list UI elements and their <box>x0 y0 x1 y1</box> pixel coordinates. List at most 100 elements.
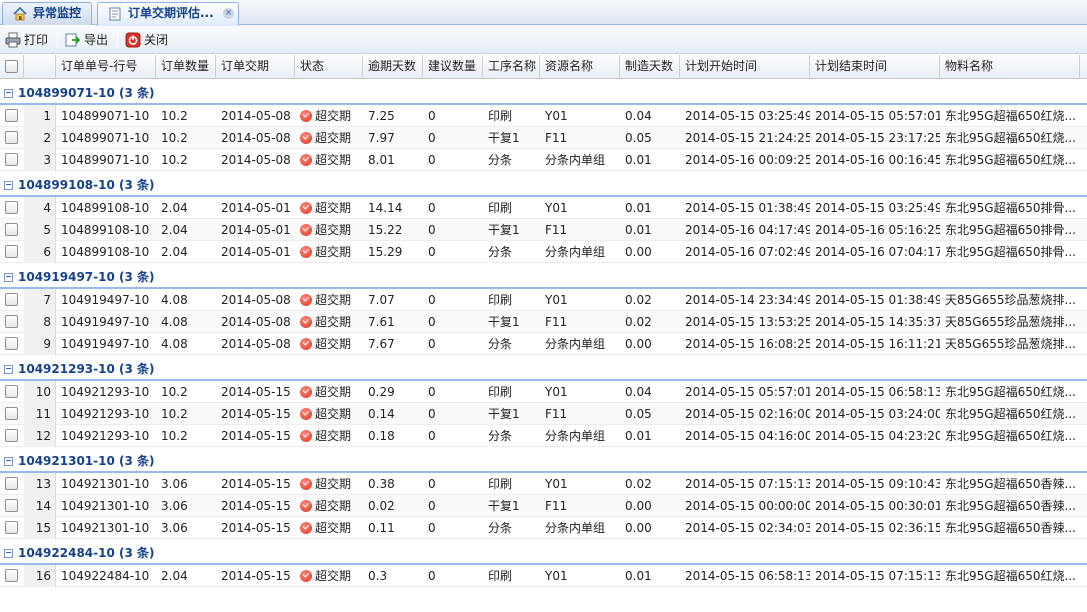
collapse-toggle-icon[interactable]: − <box>4 457 13 466</box>
table-row[interactable]: 14 104921301-10 3.06 2014-05-15 超交期 0.02 0 干复1 F… <box>0 495 1087 517</box>
column-header-process[interactable]: 工序名称 <box>483 55 540 79</box>
table-row[interactable]: 4 104899108-10 2.04 2014-05-01 超交期 14.14 0 印刷 Y0… <box>0 197 1087 219</box>
row-number: 9 <box>24 333 56 355</box>
row-checkbox[interactable] <box>5 407 18 420</box>
row-checkbox[interactable] <box>5 153 18 166</box>
column-header-due-date[interactable]: 订单交期 <box>216 55 295 79</box>
cell-plan-end: 2014-05-15 07:15:13 <box>815 569 940 583</box>
cell-material: 东北95G超福650红烧... <box>945 569 1076 583</box>
column-header-mfg-days[interactable]: 制造天数 <box>620 55 680 79</box>
table-row[interactable]: 3 104899071-10 10.2 2014-05-08 超交期 8.01 0 分条 分条内… <box>0 149 1087 171</box>
table-row[interactable]: 10 104921293-10 10.2 2014-05-15 超交期 0.29 0 印刷 Y0… <box>0 381 1087 403</box>
cell-overdue-days: 0.38 <box>368 477 395 491</box>
select-all-checkbox[interactable] <box>5 60 18 73</box>
close-tab-icon[interactable]: × <box>223 8 234 19</box>
table-row[interactable]: 6 104899108-10 2.04 2014-05-01 超交期 15.29 0 分条 分条… <box>0 241 1087 263</box>
cell-process: 干复1 <box>488 407 520 421</box>
table-row[interactable]: 7 104919497-10 4.08 2014-05-08 超交期 7.07 0 印刷 Y01… <box>0 289 1087 311</box>
table-row[interactable]: 8 104919497-10 4.08 2014-05-08 超交期 7.61 0 干复1 F1… <box>0 311 1087 333</box>
table-row[interactable]: 11 104921293-10 10.2 2014-05-15 超交期 0.14 0 干复1 F… <box>0 403 1087 425</box>
close-button[interactable]: 关闭 <box>124 30 168 50</box>
row-checkbox[interactable] <box>5 477 18 490</box>
cell-material: 东北95G超福650香辣... <box>945 499 1076 513</box>
table-row[interactable]: 2 104899071-10 10.2 2014-05-08 超交期 7.97 0 干复1 F1… <box>0 127 1087 149</box>
table-row[interactable]: 12 104921293-10 10.2 2014-05-15 超交期 0.18 0 分条 分条… <box>0 425 1087 447</box>
cell-order-line: 104921301-10 <box>61 521 150 535</box>
export-icon <box>65 33 81 47</box>
status-text: 超交期 <box>315 337 352 351</box>
row-checkbox[interactable] <box>5 201 18 214</box>
cell-status: 超交期 <box>295 473 363 495</box>
column-header-suggested-qty[interactable]: 建议数量 <box>423 55 483 79</box>
row-checkbox[interactable] <box>5 131 18 144</box>
row-checkbox[interactable] <box>5 223 18 236</box>
collapse-toggle-icon[interactable]: − <box>4 273 13 282</box>
row-number: 16 <box>24 565 56 587</box>
collapse-toggle-icon[interactable]: − <box>4 181 13 190</box>
table-row[interactable]: 1 104899071-10 10.2 2014-05-08 超交期 7.25 0 印刷 Y01… <box>0 105 1087 127</box>
print-button[interactable]: 打印 <box>4 30 48 50</box>
row-select-cell <box>0 565 24 587</box>
cell-process: 印刷 <box>488 385 513 399</box>
group-title: 104899108-10 (3 条) <box>18 178 155 192</box>
row-checkbox[interactable] <box>5 109 18 122</box>
cell-material: 东北95G超福650香辣... <box>945 477 1076 491</box>
row-checkbox[interactable] <box>5 293 18 306</box>
cell-overdue-days: 0.11 <box>368 521 395 535</box>
status-text: 超交期 <box>315 201 352 215</box>
table-row[interactable]: 16 104922484-10 2.04 2014-05-15 超交期 0.3 0 印刷 Y01… <box>0 565 1087 587</box>
cell-resource: F11 <box>545 131 568 145</box>
cell-order-line: 104921301-10 <box>61 499 150 513</box>
group-header[interactable]: −104921301-10 (3 条) <box>0 447 1087 473</box>
cell-resource: Y01 <box>545 385 568 399</box>
cell-resource: Y01 <box>545 569 568 583</box>
row-checkbox[interactable] <box>5 521 18 534</box>
row-checkbox[interactable] <box>5 245 18 258</box>
column-header-order-line[interactable]: 订单单号-行号 <box>56 55 156 79</box>
cell-order-qty: 10.2 <box>161 385 188 399</box>
table-row[interactable]: 13 104921301-10 3.06 2014-05-15 超交期 0.38 0 印刷 Y0… <box>0 473 1087 495</box>
export-button[interactable]: 导出 <box>64 30 108 50</box>
row-checkbox[interactable] <box>5 337 18 350</box>
grid-body: −104899071-10 (3 条) 1 104899071-10 10.2 2014… <box>0 79 1087 612</box>
tab-order-delivery-eval[interactable]: 订单交期评估... × <box>97 2 239 26</box>
column-header-plan-end[interactable]: 计划结束时间 <box>810 55 940 79</box>
row-checkbox[interactable] <box>5 499 18 512</box>
row-checkbox[interactable] <box>5 569 18 582</box>
group-header[interactable]: −104921293-10 (3 条) <box>0 355 1087 381</box>
column-header-status[interactable]: 状态 <box>295 55 363 79</box>
column-header-material[interactable]: 物料名称 <box>940 55 1080 79</box>
select-all-header[interactable] <box>0 55 24 79</box>
row-checkbox[interactable] <box>5 315 18 328</box>
group-header[interactable]: −104899108-10 (3 条) <box>0 171 1087 197</box>
cell-order-qty: 10.2 <box>161 429 188 443</box>
cell-mfg-days: 0.02 <box>625 315 652 329</box>
group-header[interactable]: −104922484-10 (3 条) <box>0 539 1087 565</box>
row-checkbox[interactable] <box>5 385 18 398</box>
table-row[interactable]: 5 104899108-10 2.04 2014-05-01 超交期 15.22 0 干复1 F… <box>0 219 1087 241</box>
collapse-toggle-icon[interactable]: − <box>4 365 13 374</box>
table-row[interactable]: 9 104919497-10 4.08 2014-05-08 超交期 7.67 0 分条 分条内… <box>0 333 1087 355</box>
overdue-status-icon <box>300 430 312 442</box>
cell-plan-start: 2014-05-15 07:15:13 <box>685 477 810 491</box>
row-select-cell <box>0 311 24 333</box>
tab-exception-monitor[interactable]: 异常监控 <box>2 2 92 25</box>
table-row[interactable]: 15 104921301-10 3.06 2014-05-15 超交期 0.11 0 分条 分条… <box>0 517 1087 539</box>
column-header-plan-start[interactable]: 计划开始时间 <box>680 55 810 79</box>
cell-suggested-qty: 0 <box>428 385 436 399</box>
group-header[interactable]: −104919497-10 (3 条) <box>0 263 1087 289</box>
column-header-resource[interactable]: 资源名称 <box>540 55 620 79</box>
cell-material: 东北95G超福650红烧... <box>945 109 1076 123</box>
row-checkbox[interactable] <box>5 429 18 442</box>
collapse-toggle-icon[interactable]: − <box>4 549 13 558</box>
cell-plan-start: 2014-05-15 04:16:00 <box>685 429 810 443</box>
cell-plan-start: 2014-05-15 16:08:25 <box>685 337 810 351</box>
collapse-toggle-icon[interactable]: − <box>4 89 13 98</box>
column-header-overdue-days[interactable]: 逾期天数 <box>363 55 423 79</box>
cell-mfg-days: 0.04 <box>625 109 652 123</box>
group-header[interactable]: −104899071-10 (3 条) <box>0 79 1087 105</box>
cell-order-qty: 4.08 <box>161 315 188 329</box>
column-header-order-qty[interactable]: 订单数量 <box>156 55 216 79</box>
overdue-status-icon <box>300 522 312 534</box>
cell-order-qty: 4.08 <box>161 293 188 307</box>
